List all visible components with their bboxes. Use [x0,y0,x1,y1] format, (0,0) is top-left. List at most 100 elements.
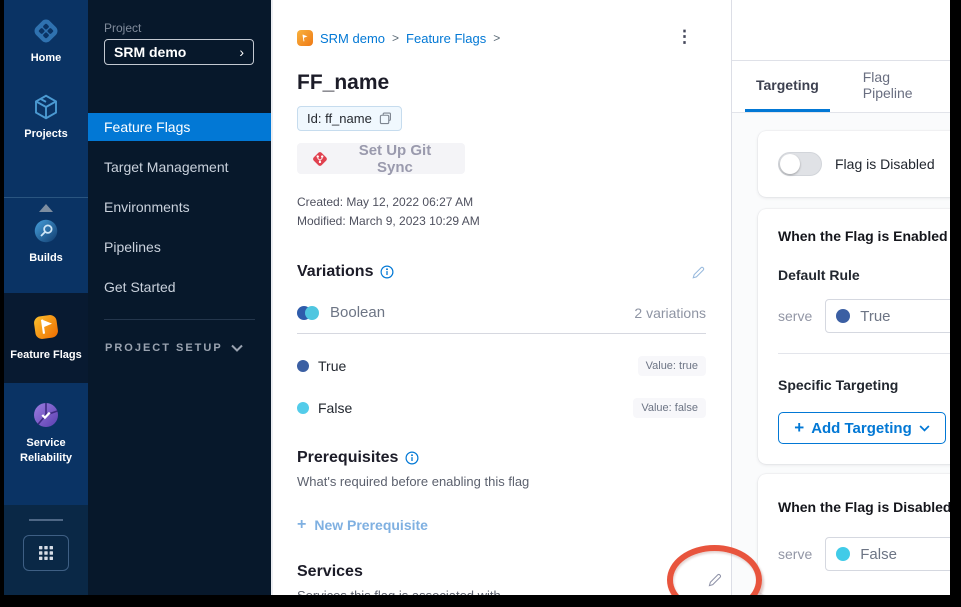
rail-label: Projects [10,127,82,142]
feature-flag-breadcrumb-icon [297,30,313,46]
specific-targeting-label: Specific Targeting [778,377,950,393]
prerequisites-heading: Prerequisites [297,449,398,467]
default-off-variation-select[interactable]: False [825,537,950,571]
true-variation-dot [297,360,309,372]
selected-variation: True [860,308,890,325]
false-variation-dot [297,402,309,414]
serve-label: serve [778,546,812,562]
tab-flag-pipeline[interactable]: Flag Pipeline [852,61,950,113]
page-title: FF_name [297,71,706,95]
sidebar-item-get-started[interactable]: Get Started [88,273,271,301]
project-sidebar: Project SRM demo › Feature Flags Target … [88,0,271,595]
project-setup-label: PROJECT SETUP [105,342,223,354]
sidebar-divider [104,319,255,320]
rail-divider [29,519,63,521]
rail-item-feature-flags[interactable]: Feature Flags [10,311,82,363]
rail-label: Feature Flags [10,348,82,363]
rail-label: Service Reliability [10,436,82,466]
sidebar-item-label: Get Started [104,279,176,295]
rail-label: Builds [10,251,82,266]
edit-variations-button[interactable] [691,265,706,280]
breadcrumb: SRM demo > Feature Flags > [297,30,706,46]
flag-enabled-toggle[interactable] [778,152,822,176]
sidebar-item-target-management[interactable]: Target Management [88,153,271,181]
variations-divider [297,333,706,334]
sidebar-item-pipelines[interactable]: Pipelines [88,233,271,261]
tab-label: Flag Pipeline [863,69,939,101]
info-icon[interactable] [405,451,419,465]
sidebar-item-label: Environments [104,199,190,215]
variations-heading: Variations [297,263,373,281]
disabled-card-title: When the Flag is Disabled [778,499,950,515]
variation-row-true: True Value: true [297,356,706,376]
home-icon [31,16,61,46]
add-targeting-label: Add Targeting [811,420,912,437]
rail-item-service-reliability[interactable]: Service Reliability [10,399,82,466]
flag-detail-main: SRM demo > Feature Flags > ⋮ FF_name Id:… [271,0,731,595]
sidebar-item-feature-flags[interactable]: Feature Flags [88,113,271,141]
rail-item-home[interactable]: Home [10,16,82,66]
variation-type-row: Boolean 2 variations [297,304,706,321]
breadcrumb-section-link[interactable]: Feature Flags [406,31,486,46]
breadcrumb-separator: > [493,31,500,45]
new-prerequisite-button[interactable]: + New Prerequisite [297,516,706,534]
project-setup-toggle[interactable]: PROJECT SETUP [105,342,243,354]
variation-count: 2 variations [634,305,706,321]
modified-timestamp: Modified: March 9, 2023 10:29 AM [297,212,706,231]
boolean-type-icon [297,306,319,320]
project-selector[interactable]: SRM demo › [104,39,254,65]
services-heading: Services [297,563,363,581]
copy-icon[interactable] [379,112,392,125]
collapse-up-icon[interactable] [39,204,53,212]
pencil-icon [691,265,706,280]
new-prerequisite-label: New Prerequisite [314,517,428,533]
sidebar-item-label: Target Management [104,159,229,175]
enabled-rules-card: When the Flag is Enabled Default Rule se… [758,209,950,464]
disabled-rules-card: When the Flag is Disabled serve False [758,474,950,595]
variation-value-badge: Value: false [633,398,706,418]
rail-item-projects[interactable]: Projects [10,92,82,142]
plus-icon: + [297,516,306,534]
module-rail: Home Projects Builds [4,0,88,595]
chevron-right-icon: › [239,44,244,60]
services-description: Services this flag is associated with [297,588,706,595]
variation-name: False [318,400,352,416]
true-variation-dot [836,309,850,323]
prerequisites-description: What's required before enabling this fla… [297,474,706,489]
service-reliability-icon [30,399,62,431]
tab-label: Targeting [756,77,819,93]
selected-variation: False [860,546,897,563]
more-options-button[interactable]: ⋮ [676,28,693,45]
pencil-icon [707,572,723,588]
created-timestamp: Created: May 12, 2022 06:27 AM [297,193,706,212]
flag-state-label: Flag is Disabled [835,156,935,172]
tab-targeting[interactable]: Targeting [745,61,830,113]
rail-item-builds[interactable]: Builds [10,216,82,266]
rail-label: Home [10,51,82,66]
projects-cube-icon [31,92,61,122]
panel-tabbar: Targeting Flag Pipeline [732,61,950,114]
sidebar-item-environments[interactable]: Environments [88,193,271,221]
panel-body: Flag is Disabled When the Flag is Enable… [732,113,950,595]
feature-flags-icon [30,311,62,343]
panel-header-spacer [732,0,950,61]
variation-type-label: Boolean [330,304,385,321]
edit-services-button[interactable] [707,572,723,588]
flag-id-chip[interactable]: Id: ff_name [297,106,402,131]
plus-icon: + [794,418,804,438]
enabled-card-title: When the Flag is Enabled [778,228,948,244]
git-branch-icon [311,150,329,168]
default-on-variation-select[interactable]: True [825,299,950,333]
project-name: SRM demo [114,44,186,60]
sidebar-item-label: Feature Flags [104,119,190,135]
chevron-down-icon [231,344,243,352]
app-window: Home Projects Builds [4,0,950,595]
variation-row-false: False Value: false [297,398,706,418]
project-label: Project [104,21,271,35]
module-picker-button[interactable] [23,535,69,571]
breadcrumb-project-link[interactable]: SRM demo [320,31,385,46]
info-icon[interactable] [380,265,394,279]
set-up-git-sync-button[interactable]: Set Up Git Sync [297,143,465,174]
add-targeting-button[interactable]: + Add Targeting [778,412,946,444]
chevron-down-icon [919,425,930,432]
